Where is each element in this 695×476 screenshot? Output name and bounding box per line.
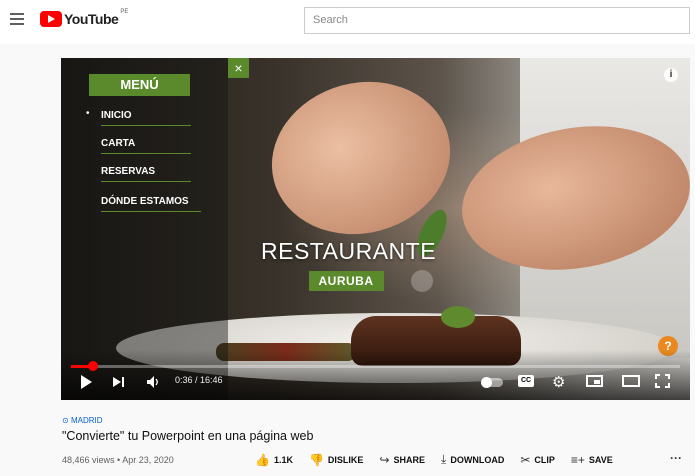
clip-icon: ✂ (520, 452, 531, 467)
restaurant-title: RESTAURANTE (261, 238, 437, 264)
save-label: SAVE (588, 454, 613, 465)
share-label: SHARE (393, 454, 426, 465)
info-icon[interactable]: i (664, 68, 678, 82)
logo-text: YouTube (64, 11, 119, 27)
miniplayer-icon[interactable] (586, 375, 603, 387)
settings-gear-icon[interactable]: ⚙ (552, 373, 565, 391)
more-options-icon[interactable]: ··· (670, 451, 682, 465)
theater-mode-icon[interactable] (622, 375, 640, 387)
video-player[interactable]: MENÚ • INICIO CARTA RESERVAS DÓNDE ESTAM… (61, 58, 690, 400)
close-icon[interactable]: × (228, 58, 249, 78)
next-icon[interactable] (113, 377, 121, 387)
download-icon: ⤓ (441, 452, 447, 466)
slide-menu-item-reservas[interactable]: RESERVAS (101, 164, 191, 182)
time-display: 0:36 / 16:46 (175, 375, 223, 385)
fullscreen-icon[interactable] (655, 374, 670, 388)
location-text: MADRID (70, 416, 103, 425)
clip-button[interactable]: ✂ CLIP (520, 452, 555, 467)
restaurant-subtitle: AURUBA (308, 271, 384, 291)
youtube-play-icon (40, 11, 62, 27)
slide-menu-panel: MENÚ • INICIO CARTA RESERVAS DÓNDE ESTAM… (61, 58, 228, 400)
location-pin-icon: ⊙ (62, 416, 71, 425)
download-label: DOWNLOAD (450, 454, 505, 465)
like-button[interactable]: 👍 1.1K (255, 452, 293, 467)
progress-bar[interactable] (71, 361, 680, 371)
action-bar: 👍 1.1K 👎 DISLIKE ↪ SHARE ⤓ DOWNLOAD ✂ CL… (255, 452, 629, 467)
captions-icon[interactable]: CC (518, 375, 534, 387)
share-icon: ↪ (379, 452, 390, 467)
save-icon: ≡+ (570, 452, 585, 467)
progress-scrubber[interactable] (87, 361, 98, 371)
overlay-title-block: RESTAURANTE AURUBA (261, 238, 437, 291)
autoplay-toggle[interactable] (481, 377, 503, 388)
top-bar: YouTube PE Search (0, 0, 695, 44)
share-button[interactable]: ↪ SHARE (379, 452, 425, 467)
slide-menu-title: MENÚ (89, 74, 190, 96)
dislike-icon: 👎 (308, 452, 324, 467)
youtube-logo[interactable]: YouTube PE (40, 9, 129, 27)
dislike-button[interactable]: 👎 DISLIKE (309, 452, 363, 467)
active-bullet: • (86, 108, 90, 119)
slide-menu-item-donde-estamos[interactable]: DÓNDE ESTAMOS (101, 194, 201, 212)
video-title: "Convierte" tu Powerpoint en una página … (62, 429, 314, 443)
volume-icon[interactable] (147, 376, 161, 388)
dislike-label: DISLIKE (327, 454, 364, 465)
like-count: 1.1K (273, 454, 293, 465)
menu-icon[interactable] (10, 13, 24, 25)
logo-region: PE (120, 9, 129, 15)
save-button[interactable]: ≡+ SAVE (571, 452, 613, 467)
location-link[interactable]: ⊙ MADRID (62, 416, 103, 425)
play-icon[interactable] (81, 375, 92, 389)
clip-label: CLIP (534, 454, 555, 465)
like-icon: 👍 (255, 452, 270, 467)
search-input[interactable]: Search (304, 7, 690, 34)
video-meta: 48,466 views • Apr 23, 2020 (62, 455, 174, 465)
download-button[interactable]: ⤓ DOWNLOAD (441, 452, 504, 467)
slide-menu-item-inicio[interactable]: INICIO (101, 108, 191, 126)
slide-menu-item-carta[interactable]: CARTA (101, 136, 191, 154)
